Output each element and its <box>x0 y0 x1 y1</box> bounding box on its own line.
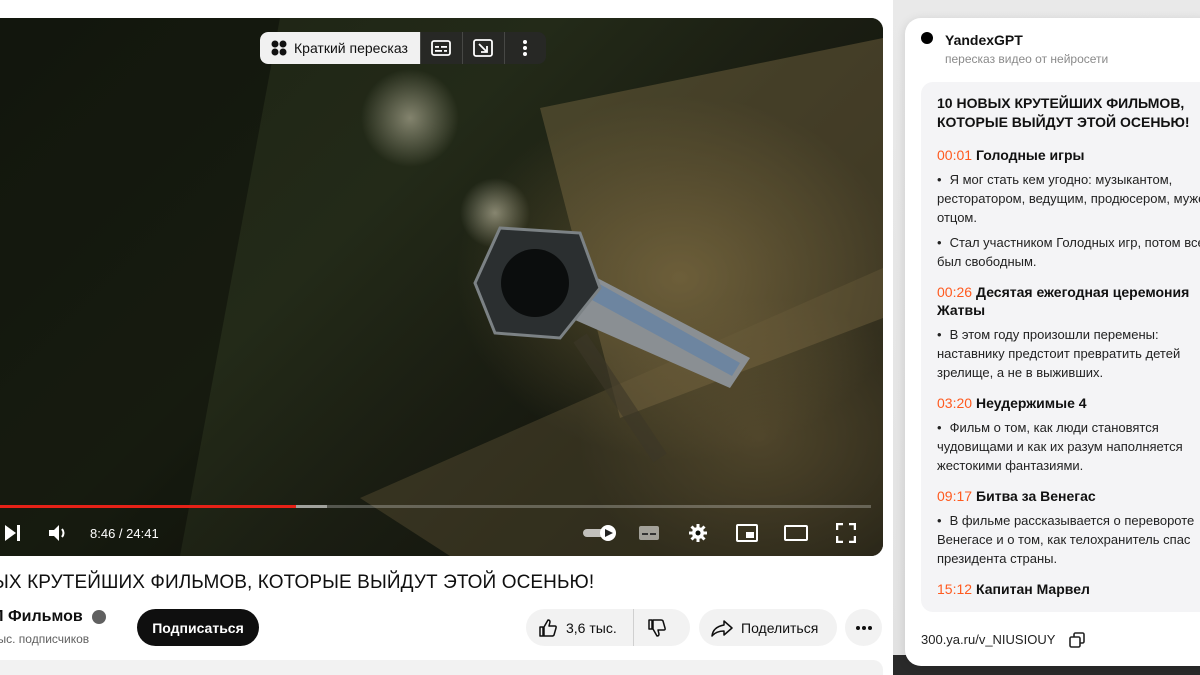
section-timestamp[interactable]: 15:12 <box>937 581 972 597</box>
section-heading: 03:20 Неудержимые 4 <box>937 394 1200 412</box>
panel-subtitle: пересказ видео от нейросети <box>945 52 1109 66</box>
like-count: 3,6 тыс. <box>566 619 617 636</box>
more-vertical-icon <box>523 40 528 56</box>
captions-button[interactable] <box>634 518 664 548</box>
theater-mode-icon <box>784 525 808 541</box>
verified-icon <box>92 610 106 624</box>
autoplay-toggle-icon <box>583 525 616 541</box>
video-more-button[interactable] <box>845 609 882 646</box>
section-title: Голодные игры <box>976 147 1085 163</box>
more-horizontal-icon <box>855 625 872 630</box>
section-heading: 15:12 Капитан Марвел <box>937 580 1200 598</box>
subtitles-button[interactable] <box>419 32 462 64</box>
section-heading: 00:26 Десятая ежегодная церемония Жатвы <box>937 283 1200 319</box>
video-scene <box>0 18 883 556</box>
fullscreen-button[interactable] <box>831 518 861 548</box>
player-more-button[interactable] <box>503 32 546 64</box>
miniplayer-icon <box>736 524 758 542</box>
brief-retelling-button[interactable]: Краткий пересказ <box>260 32 420 64</box>
subscribe-button[interactable]: Подписаться <box>137 609 259 646</box>
description-box[interactable] <box>0 660 883 675</box>
summary-content: 10 НОВЫХ КРУТЕЙШИХ ФИЛЬМОВ, КОТОРЫЕ ВЫЙД… <box>937 94 1200 610</box>
copy-icon[interactable] <box>1069 632 1085 648</box>
dislike-button[interactable] <box>634 609 680 646</box>
captions-icon <box>639 526 659 540</box>
progress-played <box>0 505 297 508</box>
like-dislike-group: 3,6 тыс. <box>526 609 690 646</box>
section-title: Битва за Венегас <box>976 488 1096 504</box>
like-button[interactable]: 3,6 тыс. <box>526 609 634 646</box>
share-label: Поделиться <box>741 619 819 636</box>
yandex-gpt-icon <box>271 40 287 56</box>
summary-section: 09:17Битва за Венегас В фильме рассказыва… <box>937 487 1200 568</box>
fullscreen-icon <box>836 523 856 543</box>
summary-section: 00:01Голодные игры Я мог стать кем угодно… <box>937 146 1200 271</box>
share-button[interactable]: Поделиться <box>699 609 837 646</box>
page: Краткий пересказ 8:46 / 24:41 ЫХ КРУТЕЙШ… <box>0 0 1200 675</box>
section-timestamp[interactable]: 03:20 <box>937 395 972 411</box>
thumbs-up-icon <box>539 618 557 637</box>
next-icon <box>5 525 20 541</box>
autoplay-toggle[interactable] <box>580 518 620 548</box>
summary-section: 00:26Десятая ежегодная церемония Жатвы В … <box>937 283 1200 382</box>
player-controls: 8:46 / 24:41 <box>0 512 883 552</box>
video-player[interactable]: Краткий пересказ 8:46 / 24:41 <box>0 18 883 556</box>
video-title: ЫХ КРУТЕЙШИХ ФИЛЬМОВ, КОТОРЫЕ ВЫЙДУТ ЭТО… <box>0 572 595 593</box>
next-button[interactable] <box>0 518 28 548</box>
summary-section: 15:12 Капитан Марвел <box>937 580 1200 598</box>
panel-brand: YandexGPT <box>945 32 1023 48</box>
short-link[interactable]: 300.ya.ru/v_NIUSIOUY <box>921 632 1055 647</box>
picture-in-picture-button[interactable] <box>461 32 504 64</box>
section-timestamp[interactable]: 00:26 <box>937 284 972 300</box>
yandex-gpt-logo-icon <box>921 32 933 44</box>
pip-arrow-icon <box>473 39 494 57</box>
yandex-gpt-panel: YandexGPT пересказ видео от нейросети 10… <box>905 18 1200 666</box>
section-title: Капитан Марвел <box>976 581 1090 597</box>
volume-button[interactable] <box>44 518 74 548</box>
section-bullet: В этом году произошли перемены: наставни… <box>937 325 1200 382</box>
section-heading: 00:01 Голодные игры <box>937 146 1200 164</box>
section-heading: 09:17 Битва за Венегас <box>937 487 1200 505</box>
player-top-toolbar: Краткий пересказ <box>260 32 546 64</box>
subtitles-icon <box>431 40 452 56</box>
section-bullet: Я мог стать кем угодно: музыкантом, рест… <box>937 170 1200 227</box>
share-icon <box>711 619 733 637</box>
miniplayer-button[interactable] <box>732 518 762 548</box>
subscriber-count: тыс. подписчиков <box>0 632 90 646</box>
section-bullet: В фильме рассказывается о перевороте Вен… <box>937 511 1200 568</box>
brief-retelling-label: Краткий пересказ <box>294 40 408 56</box>
summary-card: 10 НОВЫХ КРУТЕЙШИХ ФИЛЬМОВ, КОТОРЫЕ ВЫЙД… <box>921 82 1200 612</box>
gear-icon <box>689 524 707 542</box>
section-timestamp[interactable]: 09:17 <box>937 488 972 504</box>
thumbs-down-icon <box>647 618 666 637</box>
progress-bar[interactable] <box>0 505 871 508</box>
section-bullet: Стал участником Голодных игр, потом всег… <box>937 233 1200 271</box>
section-bullet: Фильм о том, как люди становятся чудовищ… <box>937 418 1200 475</box>
section-title: Неудержимые 4 <box>976 395 1087 411</box>
theater-mode-button[interactable] <box>781 518 811 548</box>
section-timestamp[interactable]: 00:01 <box>937 147 972 163</box>
time-display: 8:46 / 24:41 <box>90 526 159 541</box>
summary-section: 03:20Неудержимые 4 Фильм о том, как люди … <box>937 394 1200 475</box>
volume-icon <box>49 525 65 541</box>
settings-button[interactable] <box>683 518 713 548</box>
summary-title: 10 НОВЫХ КРУТЕЙШИХ ФИЛЬМОВ, КОТОРЫЕ ВЫЙД… <box>937 95 1190 130</box>
channel-name[interactable]: П Фильмов <box>0 608 83 626</box>
section-title: Десятая ежегодная церемония Жатвы <box>937 284 1190 318</box>
